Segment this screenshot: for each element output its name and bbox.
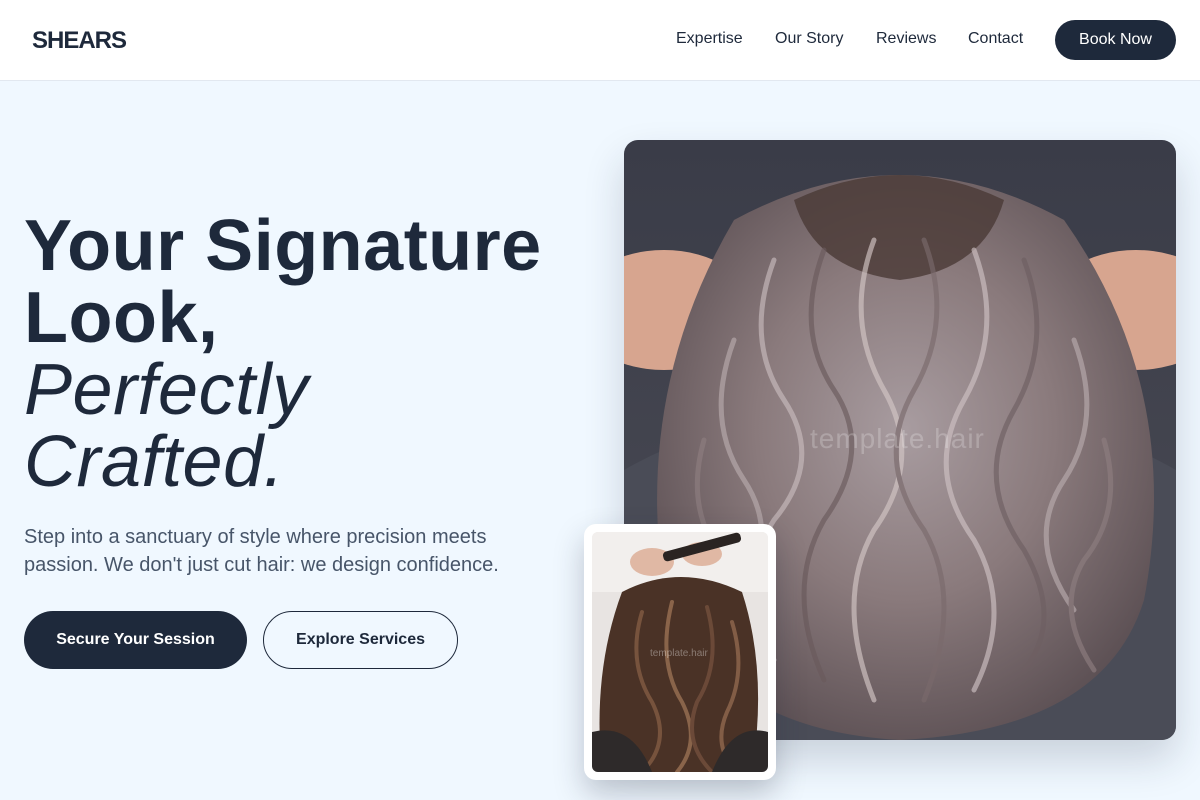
- nav-link-contact[interactable]: Contact: [968, 30, 1023, 48]
- nav-link-expertise[interactable]: Expertise: [676, 30, 743, 48]
- nav-link-reviews[interactable]: Reviews: [876, 30, 936, 48]
- secure-session-button[interactable]: Secure Your Session: [24, 611, 247, 669]
- explore-services-button[interactable]: Explore Services: [263, 611, 458, 669]
- headline-line-3: Perfectly: [24, 350, 309, 430]
- headline-line-4: Crafted.: [24, 422, 285, 502]
- nav-link-our-story[interactable]: Our Story: [775, 30, 843, 48]
- site-logo[interactable]: SHEARS: [32, 27, 127, 55]
- styling-photo-watermark: template.hair: [650, 648, 708, 659]
- headline-line-1: Your Signature: [24, 206, 542, 286]
- headline-line-2: Look,: [24, 278, 219, 358]
- styling-photo-card: template.hair: [584, 524, 776, 780]
- hero-headline: Your Signature Look, Perfectly Crafted.: [24, 210, 584, 498]
- book-now-button[interactable]: Book Now: [1055, 20, 1176, 60]
- site-header: SHEARS Expertise Our Story Reviews Conta…: [0, 0, 1200, 81]
- hero-subtext: Step into a sanctuary of style where pre…: [24, 526, 499, 576]
- main-photo-watermark: template.hair: [810, 423, 985, 454]
- styling-photo: template.hair: [592, 532, 768, 772]
